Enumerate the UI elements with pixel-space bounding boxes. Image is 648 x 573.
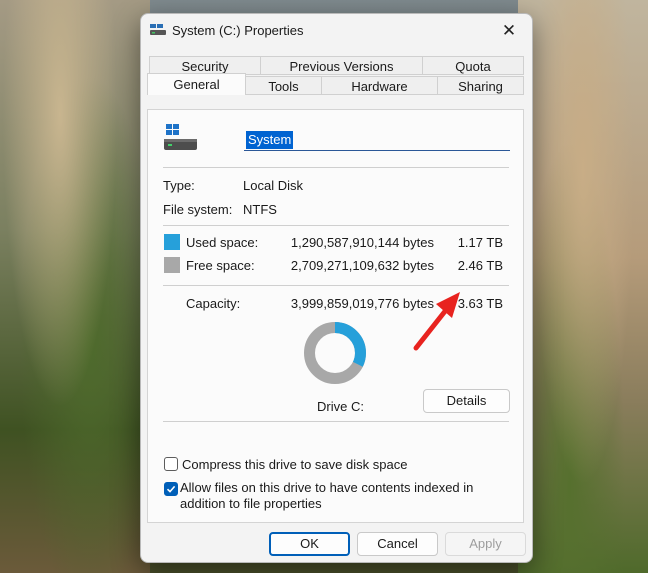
details-button[interactable]: Details	[423, 389, 510, 413]
apply-button[interactable]: Apply	[445, 532, 526, 556]
file-system-value: NTFS	[243, 202, 277, 217]
ok-button[interactable]: OK	[269, 532, 350, 556]
used-space-swatch	[164, 234, 180, 250]
general-tab-panel: System Type: Local Disk File system: NTF…	[147, 109, 524, 523]
type-label: Type:	[163, 178, 195, 193]
properties-dialog: System (C:) Properties ✕ Security Previo…	[140, 13, 533, 563]
divider	[163, 285, 509, 286]
type-value: Local Disk	[243, 178, 303, 193]
drive-title-icon	[150, 24, 166, 35]
window-title: System (C:) Properties	[172, 23, 304, 38]
tab-previous-versions[interactable]: Previous Versions	[260, 56, 423, 75]
annotation-arrow-icon	[413, 292, 460, 351]
drive-name-selected-text: System	[246, 131, 294, 149]
drive-name-input[interactable]: System	[244, 129, 510, 151]
cancel-button[interactable]: Cancel	[357, 532, 438, 556]
free-space-size: 2.46 TB	[457, 258, 503, 273]
tab-hardware[interactable]: Hardware	[321, 76, 438, 95]
checkmark-icon	[166, 485, 176, 493]
desktop-wallpaper-left	[0, 0, 150, 573]
drive-caption: Drive C:	[317, 399, 364, 414]
used-space-label: Used space:	[186, 235, 259, 250]
divider	[163, 225, 509, 226]
used-space-bytes: 1,290,587,910,144 bytes	[290, 235, 434, 250]
divider	[163, 167, 509, 168]
free-space-swatch	[164, 257, 180, 273]
used-space-size: 1.17 TB	[457, 235, 503, 250]
close-icon: ✕	[501, 21, 517, 40]
desktop-wallpaper-right	[518, 0, 648, 573]
divider	[163, 421, 509, 422]
tab-general[interactable]: General	[147, 73, 246, 95]
file-system-label: File system:	[163, 202, 233, 217]
index-checkbox[interactable]	[164, 482, 178, 496]
index-label[interactable]: Allow files on this drive to have conten…	[180, 480, 510, 512]
tab-tools[interactable]: Tools	[245, 76, 322, 95]
disk-usage-donut-chart	[304, 322, 366, 384]
free-space-bytes: 2,709,271,109,632 bytes	[290, 258, 434, 273]
capacity-bytes: 3,999,859,019,776 bytes	[290, 296, 434, 311]
compress-checkbox[interactable]	[164, 457, 178, 471]
title-bar[interactable]: System (C:) Properties ✕	[141, 14, 532, 48]
free-space-label: Free space:	[186, 258, 255, 273]
close-button[interactable]: ✕	[492, 16, 526, 46]
tab-quota[interactable]: Quota	[422, 56, 524, 75]
capacity-label: Capacity:	[186, 296, 241, 311]
tab-sharing[interactable]: Sharing	[437, 76, 524, 95]
compress-label[interactable]: Compress this drive to save disk space	[182, 457, 512, 473]
drive-icon	[164, 124, 197, 150]
